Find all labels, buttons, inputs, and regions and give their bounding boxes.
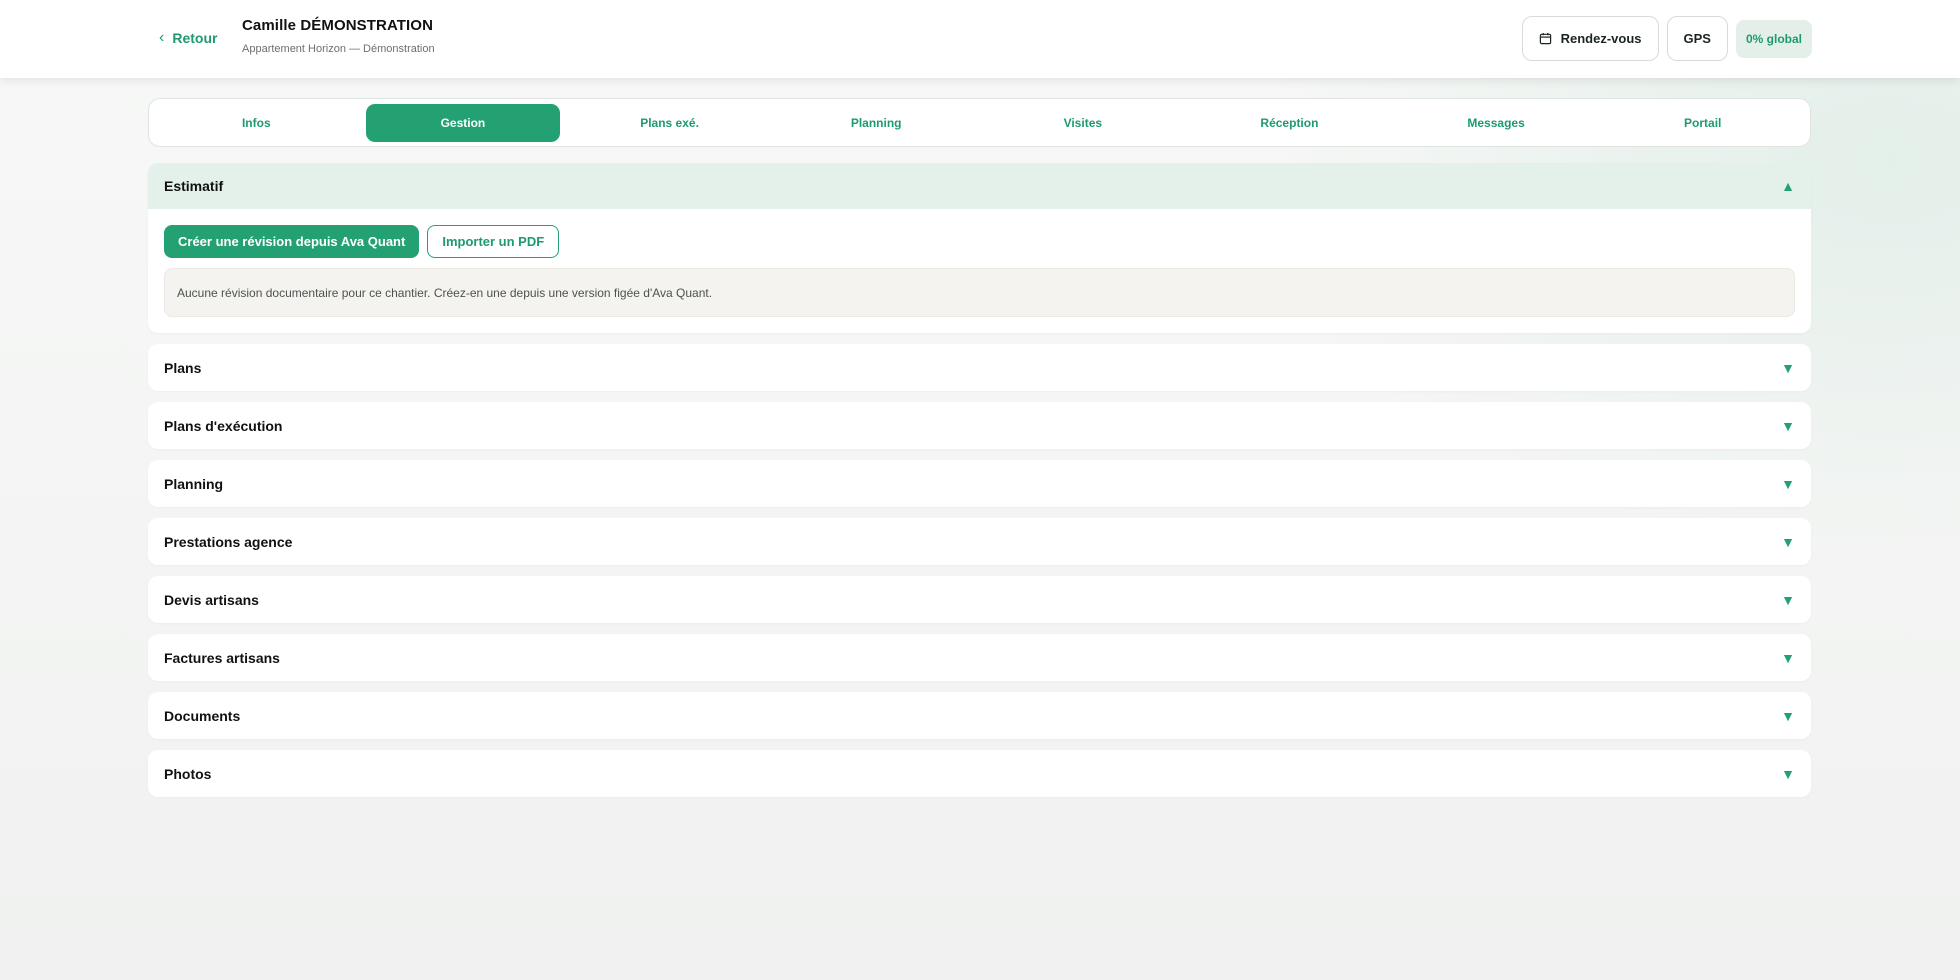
section-documents-header[interactable]: Documents ▼: [148, 692, 1811, 739]
section-planning-header[interactable]: Planning ▼: [148, 460, 1811, 507]
caret-down-icon: ▼: [1781, 765, 1795, 782]
section-plans-header[interactable]: Plans ▼: [148, 344, 1811, 391]
section-title: Plans: [164, 359, 202, 376]
section-devis-artisans-header[interactable]: Devis artisans ▼: [148, 576, 1811, 623]
tab-planning[interactable]: Planning: [779, 104, 974, 142]
sections-list: Estimatif ▲ Créer une révision depuis Av…: [148, 163, 1811, 808]
section-photos-header[interactable]: Photos ▼: [148, 750, 1811, 797]
section-title: Estimatif: [164, 178, 224, 194]
section-estimatif-body: Créer une révision depuis Ava Quant Impo…: [148, 209, 1811, 333]
tab-infos[interactable]: Infos: [159, 104, 354, 142]
estimatif-actions: Créer une révision depuis Ava Quant Impo…: [164, 225, 1795, 258]
section-prestations-agence: Prestations agence ▼: [148, 518, 1811, 565]
section-factures-artisans-header[interactable]: Factures artisans ▼: [148, 634, 1811, 681]
caret-down-icon: ▼: [1781, 591, 1795, 608]
back-label: Retour: [172, 30, 218, 46]
tab-plans-exe[interactable]: Plans exé.: [572, 104, 767, 142]
section-plans-execution: Plans d'exécution ▼: [148, 402, 1811, 449]
section-estimatif-header[interactable]: Estimatif ▲: [148, 163, 1811, 209]
global-progress-badge: 0% global: [1735, 19, 1812, 58]
section-title: Documents: [164, 707, 241, 724]
tab-gestion[interactable]: Gestion: [365, 103, 561, 142]
page-subtitle: Appartement Horizon — Démonstration: [242, 43, 435, 55]
caret-down-icon: ▼: [1781, 475, 1795, 492]
chevron-left-icon: ‹: [159, 29, 165, 46]
calendar-icon: [1539, 32, 1551, 45]
section-photos: Photos ▼: [148, 750, 1811, 797]
page-title: Camille DÉMONSTRATION: [242, 17, 434, 34]
section-title: Prestations agence: [164, 533, 293, 550]
caret-up-icon: ▲: [1781, 178, 1795, 194]
section-plans: Plans ▼: [148, 344, 1811, 391]
gps-button[interactable]: GPS: [1666, 16, 1728, 61]
section-prestations-agence-header[interactable]: Prestations agence ▼: [148, 518, 1811, 565]
back-link[interactable]: ‹ Retour: [159, 29, 218, 47]
import-pdf-button[interactable]: Importer un PDF: [427, 225, 560, 258]
section-title: Factures artisans: [164, 649, 280, 666]
header-actions: Rendez-vous GPS 0% global: [1521, 16, 1812, 61]
caret-down-icon: ▼: [1781, 649, 1795, 666]
section-documents: Documents ▼: [148, 692, 1811, 739]
create-revision-button[interactable]: Créer une révision depuis Ava Quant: [164, 225, 420, 258]
caret-down-icon: ▼: [1781, 417, 1795, 434]
empty-notice: Aucune révision documentaire pour ce cha…: [164, 268, 1795, 317]
section-estimatif: Estimatif ▲ Créer une révision depuis Av…: [148, 163, 1811, 333]
title-block: Camille DÉMONSTRATION Appartement Horizo…: [242, 17, 435, 55]
rendezvous-label: Rendez-vous: [1560, 31, 1642, 46]
tab-reception[interactable]: Réception: [1192, 104, 1387, 142]
section-factures-artisans: Factures artisans ▼: [148, 634, 1811, 681]
section-planning: Planning ▼: [148, 460, 1811, 507]
caret-down-icon: ▼: [1781, 359, 1795, 376]
section-plans-execution-header[interactable]: Plans d'exécution ▼: [148, 402, 1811, 449]
section-title: Planning: [164, 475, 224, 492]
section-devis-artisans: Devis artisans ▼: [148, 576, 1811, 623]
section-title: Photos: [164, 765, 212, 782]
gps-label: GPS: [1683, 31, 1711, 46]
caret-down-icon: ▼: [1781, 533, 1795, 550]
tab-portail[interactable]: Portail: [1605, 104, 1800, 142]
top-header: ‹ Retour Camille DÉMONSTRATION Apparteme…: [0, 0, 1960, 78]
caret-down-icon: ▼: [1781, 707, 1795, 724]
tab-messages[interactable]: Messages: [1399, 104, 1594, 142]
section-title: Plans d'exécution: [164, 417, 283, 434]
rendezvous-button[interactable]: Rendez-vous: [1521, 16, 1659, 61]
tab-visites[interactable]: Visites: [986, 104, 1181, 142]
tab-bar: Infos Gestion Plans exé. Planning Visite…: [148, 98, 1811, 147]
section-title: Devis artisans: [164, 591, 259, 608]
